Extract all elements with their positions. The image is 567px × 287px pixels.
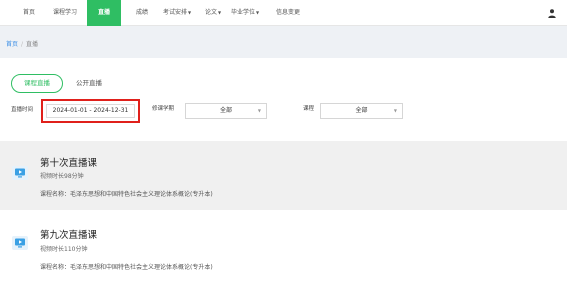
term-select-value: 全部: [219, 107, 232, 114]
nav-item-info-change[interactable]: 信息变更: [276, 0, 300, 26]
nav-item-label: 首页: [23, 9, 36, 16]
lesson-course-name: 课程名称：毛泽东思想和中国特色社会主义理论体系概论(专升本): [40, 264, 213, 271]
chevron-down-icon: ▼: [393, 108, 397, 113]
nav-item-label: 毕业学位: [231, 9, 256, 16]
tab-course-live[interactable]: 课程直播: [11, 74, 63, 93]
term-label: 修课学期: [152, 106, 175, 112]
course-label: 课程: [303, 106, 315, 112]
nav-item-label: 课程学习: [53, 9, 78, 16]
video-icon: [12, 236, 28, 250]
date-range-highlight: 2024-01-01 - 2024-12-31: [41, 99, 140, 123]
nav-item-graduation[interactable]: 毕业学位▼: [231, 0, 259, 26]
video-icon: [12, 166, 28, 180]
breadcrumb: 首页 / 直播: [6, 39, 38, 48]
live-lesson-card[interactable]: 第九次直播课 视频时长110分钟 课程名称：毛泽东思想和中国特色社会主义理论体系…: [0, 218, 567, 287]
caret-down-icon: ▼: [218, 10, 222, 15]
tab-label: 公开直播: [76, 79, 102, 87]
live-time-label: 直播时间: [11, 107, 34, 113]
term-select[interactable]: 全部 ▼: [185, 103, 267, 119]
nav-item-live[interactable]: 直播: [87, 0, 121, 26]
course-select-value: 全部: [355, 107, 368, 114]
chevron-down-icon: ▼: [257, 108, 261, 113]
breadcrumb-separator: /: [21, 41, 24, 48]
course-select[interactable]: 全部 ▼: [320, 103, 403, 119]
nav-item-course-study[interactable]: 课程学习: [53, 0, 77, 26]
lesson-duration: 视频时长110分钟: [40, 246, 88, 253]
caret-down-icon: ▼: [256, 10, 260, 15]
nav-item-home[interactable]: 首页: [23, 0, 35, 26]
lesson-course-name: 课程名称：毛泽东思想和中国特色社会主义理论体系概论(专升本): [40, 191, 213, 198]
tab-label: 课程直播: [24, 79, 50, 87]
nav-item-label: 成绩: [136, 9, 149, 16]
nav-item-grades[interactable]: 成绩: [136, 0, 148, 26]
top-nav: 首页 课程学习 直播 成绩 考试安排▼ 论文▼ 毕业学位▼ 信息变更: [0, 0, 567, 26]
nav-item-label: 考试安排: [163, 9, 188, 16]
nav-item-label: 信息变更: [276, 9, 301, 16]
nav-item-exam-schedule[interactable]: 考试安排▼: [163, 0, 191, 26]
lesson-duration: 视频时长98分钟: [40, 173, 84, 180]
nav-item-label: 论文: [205, 9, 218, 16]
nav-item-thesis[interactable]: 论文▼: [205, 0, 221, 26]
user-icon[interactable]: [548, 9, 556, 18]
nav-item-label: 直播: [97, 9, 110, 16]
date-range-input[interactable]: 2024-01-01 - 2024-12-31: [46, 104, 135, 118]
tab-public-live[interactable]: 公开直播: [76, 74, 102, 93]
breadcrumb-home[interactable]: 首页: [6, 41, 18, 48]
lesson-title: 第九次直播课: [40, 230, 98, 241]
breadcrumb-current: 直播: [26, 41, 39, 48]
lesson-title: 第十次直播课: [40, 158, 98, 169]
caret-down-icon: ▼: [188, 10, 192, 15]
live-lesson-card[interactable]: 第十次直播课 视频时长98分钟 课程名称：毛泽东思想和中国特色社会主义理论体系概…: [0, 141, 567, 210]
